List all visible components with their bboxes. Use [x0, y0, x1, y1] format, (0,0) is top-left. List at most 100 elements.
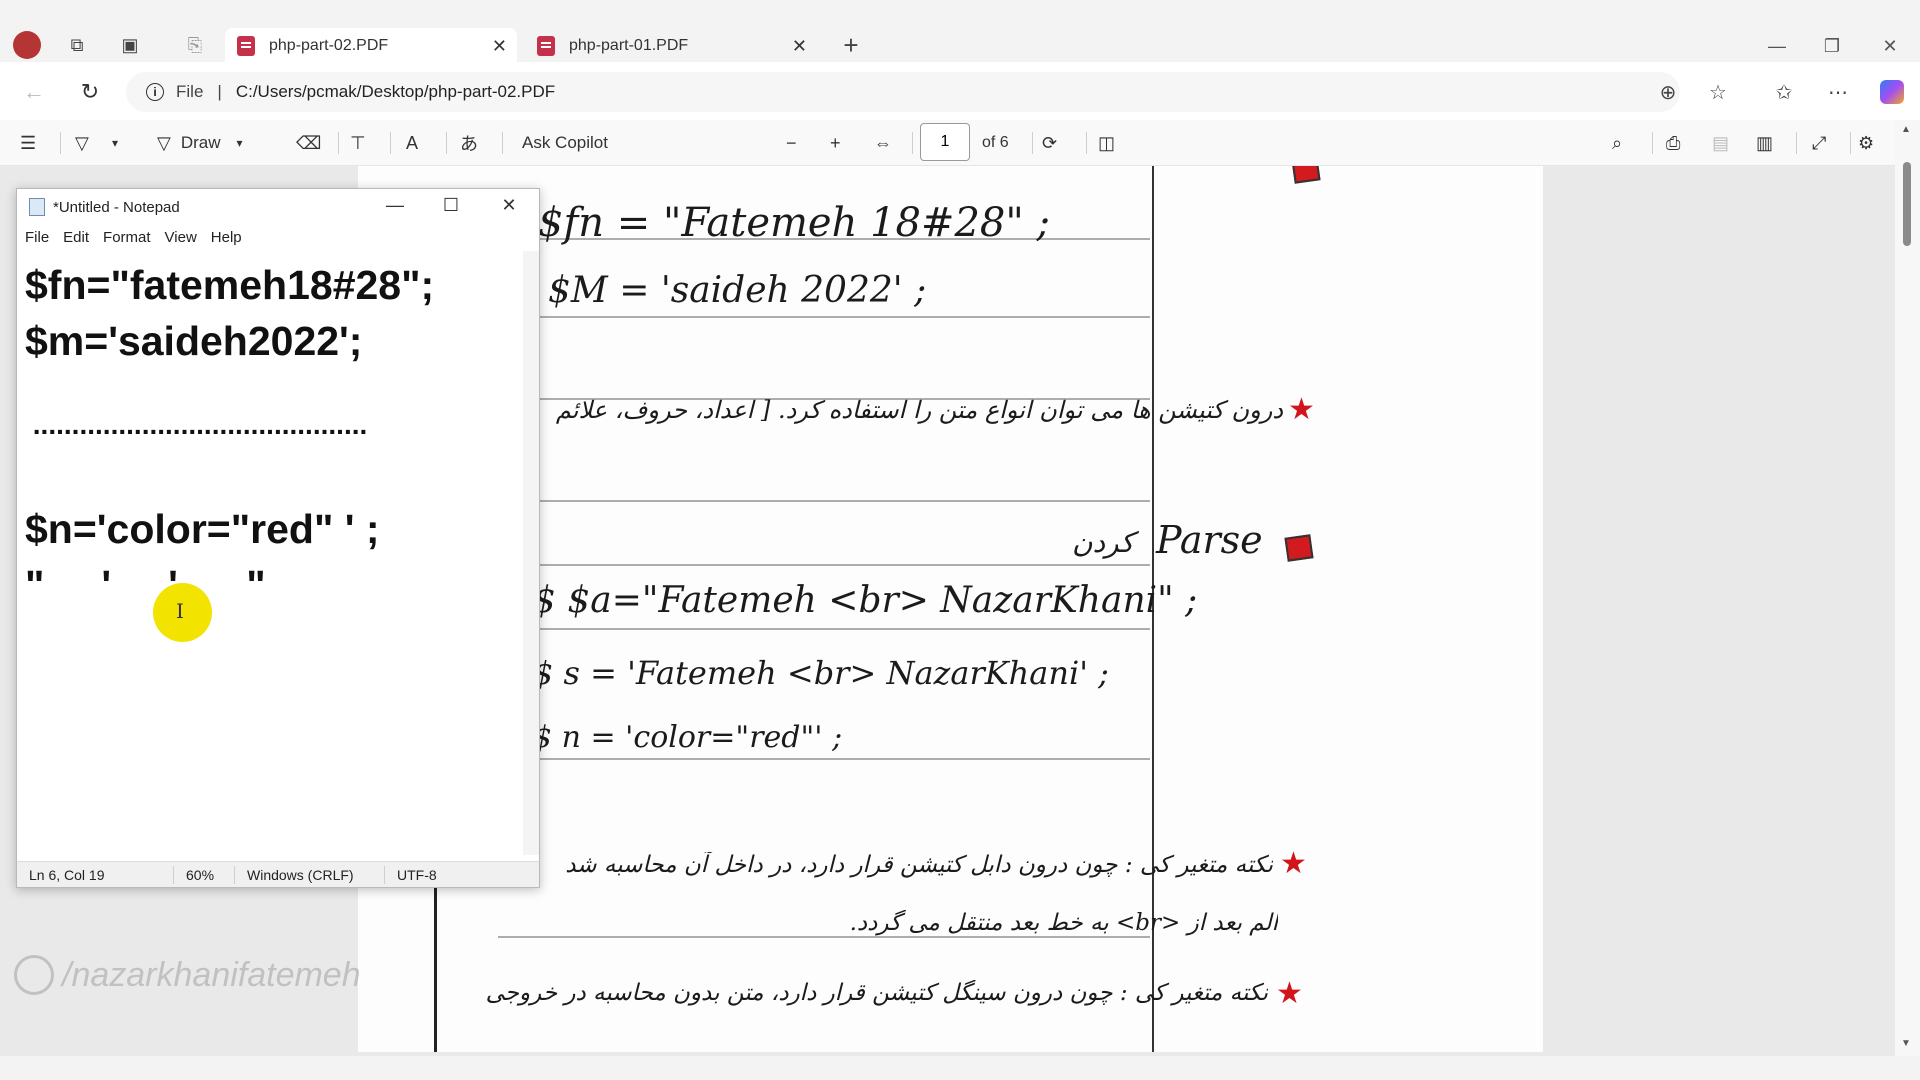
notepad-window[interactable]: *Untitled - Notepad — ☐ ✕ File Edit Form…: [16, 188, 540, 888]
menu-edit[interactable]: Edit: [63, 229, 89, 246]
tab-actions-icon[interactable]: ▣: [115, 30, 145, 60]
tab-title: php-part-01.PDF: [569, 37, 689, 54]
toolbar-divider: [1032, 132, 1033, 154]
pdf-toolbar: ☰ ▽ ▾ ▽ Draw ▾ ⌫ ⊤ A あ Ask Copilot − + ⇔…: [0, 120, 1920, 166]
scrollbar-thumb[interactable]: [1903, 162, 1911, 246]
search-icon[interactable]: ⌕: [1612, 130, 1622, 156]
pdf-file-icon: [237, 36, 255, 56]
print-icon[interactable]: ⎙: [1666, 130, 1680, 156]
watermark-text: /nazarkhanifatemeh: [62, 955, 361, 994]
toolbar-divider: [446, 132, 447, 154]
notepad-status-bar: Ln 6, Col 19 60% Windows (CRLF) UTF-8: [17, 861, 539, 887]
vertical-scrollbar[interactable]: ▲ ▼: [1895, 120, 1920, 1056]
translate-icon[interactable]: あ: [460, 130, 478, 156]
close-tab-icon[interactable]: ✕: [492, 36, 507, 57]
menu-view[interactable]: View: [165, 229, 197, 246]
toolbar-divider: [338, 132, 339, 154]
collections-icon[interactable]: ⎘: [180, 30, 210, 60]
toolbar-divider: [1652, 132, 1653, 154]
handwritten-line: $ $a="Fatemeh <br> NazarKhani" ;: [533, 580, 1198, 621]
page-number-value: 1: [940, 133, 950, 150]
minimize-window-icon[interactable]: —: [375, 195, 415, 216]
menu-format[interactable]: Format: [103, 229, 151, 246]
red-star-icon: ★: [1288, 393, 1315, 426]
new-tab-icon[interactable]: +: [836, 30, 866, 60]
rotate-icon[interactable]: ⟳: [1042, 130, 1057, 156]
handwritten-line: کردن: [1072, 526, 1134, 559]
notepad-title: *Untitled - Notepad: [53, 198, 180, 216]
ruled-line: [538, 564, 1150, 566]
restore-window-icon[interactable]: ❐: [1812, 36, 1852, 57]
page-total-label: of 6: [982, 134, 1009, 151]
ask-copilot-button[interactable]: Ask Copilot: [522, 130, 608, 156]
ruled-line: [498, 936, 1150, 938]
zoom-in-icon[interactable]: +: [830, 130, 841, 156]
save-icon[interactable]: ▤: [1712, 130, 1729, 156]
fit-to-width-icon[interactable]: ⇔: [874, 130, 892, 156]
toolbar-divider: [60, 132, 61, 154]
zoom-level: 60%: [174, 865, 235, 884]
info-icon[interactable]: i: [146, 83, 164, 101]
minimize-window-icon[interactable]: —: [1757, 36, 1797, 57]
pen-icon: ▽: [157, 132, 171, 153]
page-binding-line: [434, 886, 437, 1052]
refresh-icon[interactable]: ↻: [74, 76, 106, 108]
table-of-contents-icon[interactable]: ☰: [20, 130, 36, 156]
text-cursor-icon: I: [176, 599, 184, 623]
favorites-list-icon[interactable]: ✩: [1768, 76, 1800, 108]
zoom-out-icon[interactable]: −: [786, 130, 797, 156]
highlight-icon[interactable]: ▽: [75, 130, 89, 156]
back-arrow-icon[interactable]: ←: [18, 76, 50, 108]
text-line: [25, 369, 523, 397]
profile-avatar-icon[interactable]: [12, 30, 42, 60]
draw-button[interactable]: ▽ Draw ▾: [157, 130, 243, 156]
ruled-line: [538, 758, 1150, 760]
pdf-file-icon: [537, 36, 555, 56]
tab-title: php-part-02.PDF: [269, 37, 389, 54]
notepad-menu-bar: File Edit Format View Help: [17, 225, 539, 249]
page-view-icon[interactable]: ◫: [1098, 130, 1115, 156]
notepad-scrollbar[interactable]: [523, 251, 539, 855]
handwritten-line: نکته متغیر کی : چون درون دابل کتیشن قرار…: [565, 852, 1273, 878]
more-options-icon[interactable]: ⋯: [1822, 76, 1854, 108]
notepad-text-area[interactable]: $fn="fatemeh18#28"; $m='saideh2022'; ...…: [17, 251, 523, 855]
menu-file[interactable]: File: [25, 229, 49, 246]
browser-tab-bar: ⧉ ▣ ⎘ php-part-02.PDF ✕ php-part-01.PDF …: [0, 0, 1920, 64]
tab-php-part-01[interactable]: php-part-01.PDF ✕: [525, 28, 817, 64]
ask-copilot-label: Ask Copilot: [522, 133, 608, 152]
close-window-icon[interactable]: ✕: [1870, 36, 1910, 57]
settings-gear-icon[interactable]: ⚙: [1858, 130, 1874, 156]
menu-help[interactable]: Help: [211, 229, 242, 246]
encoding: UTF-8: [397, 866, 437, 883]
notepad-app-icon: [29, 198, 45, 216]
handwritten-line: الم بعد از <br> به خط بعد منتقل می گردد.: [849, 910, 1278, 936]
scroll-down-arrow-icon[interactable]: ▼: [1901, 1038, 1911, 1049]
workspaces-icon[interactable]: ⧉: [62, 30, 92, 60]
notepad-title-bar[interactable]: *Untitled - Notepad — ☐ ✕: [17, 189, 539, 225]
url-field[interactable]: i File | C:/Users/pcmak/Desktop/php-part…: [126, 72, 1680, 112]
url-scheme-label: File: [176, 82, 204, 101]
eraser-icon[interactable]: ⌫: [296, 130, 321, 156]
favorite-star-icon[interactable]: ☆: [1702, 76, 1734, 108]
chevron-down-icon[interactable]: ▾: [237, 136, 243, 150]
close-tab-icon[interactable]: ✕: [792, 36, 807, 57]
zoom-icon[interactable]: ⊕: [1652, 76, 1684, 108]
copilot-icon[interactable]: [1876, 76, 1908, 108]
toolbar-divider: [1086, 132, 1087, 154]
fullscreen-icon[interactable]: ⤢: [1812, 130, 1826, 156]
toolbar-divider: [1796, 132, 1797, 154]
scroll-up-arrow-icon[interactable]: ▲: [1901, 124, 1911, 135]
text-line: $m='saideh2022';: [25, 318, 363, 364]
read-aloud-icon[interactable]: A: [406, 130, 418, 156]
ruled-line: [538, 628, 1150, 630]
page-number-input[interactable]: 1: [920, 123, 970, 161]
watermark: /nazarkhanifatemeh: [14, 955, 361, 995]
red-bullet-mark: [1284, 534, 1314, 562]
close-window-icon[interactable]: ✕: [489, 195, 529, 216]
maximize-window-icon[interactable]: ☐: [431, 195, 471, 216]
tab-php-part-02[interactable]: php-part-02.PDF ✕: [225, 28, 517, 64]
add-text-icon[interactable]: ⊤: [350, 130, 366, 156]
chevron-down-icon[interactable]: ▾: [112, 130, 118, 156]
handwritten-line: $M = 'saideh 2022' ;: [548, 270, 927, 311]
save-as-icon[interactable]: ▥: [1756, 130, 1773, 156]
